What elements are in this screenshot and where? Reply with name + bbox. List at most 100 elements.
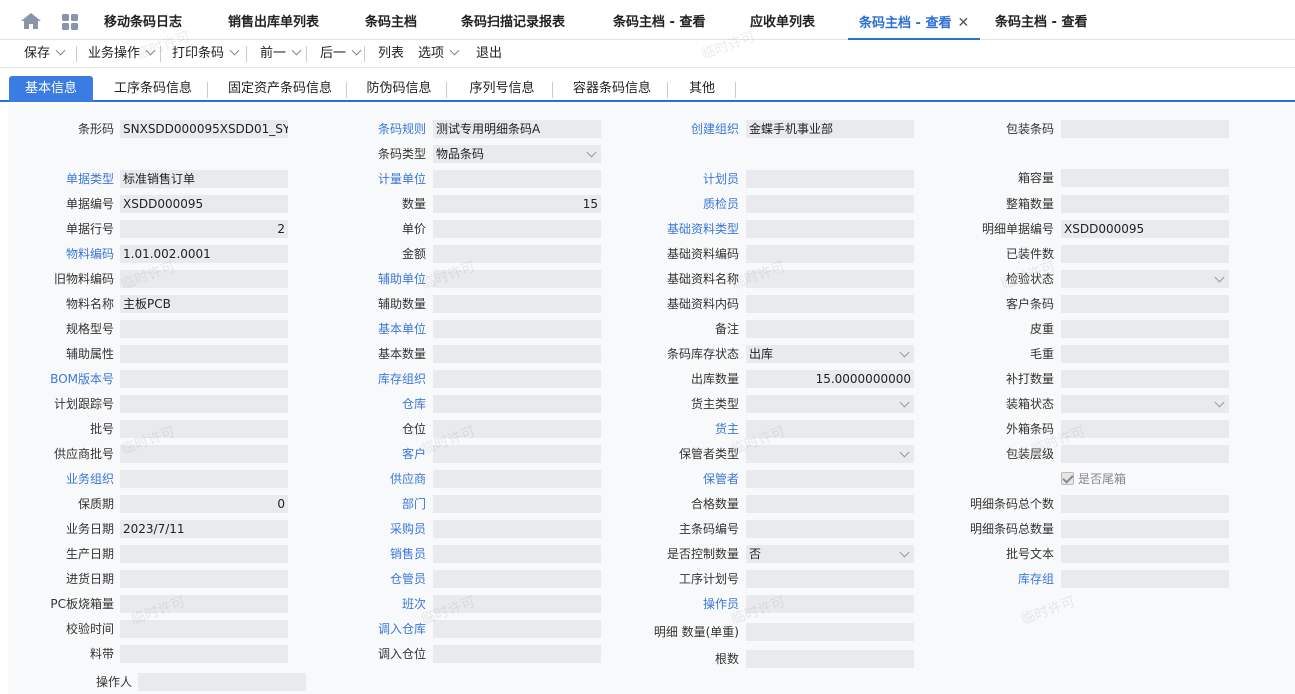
c1-18-field[interactable] (120, 595, 288, 613)
toolbar-button-6[interactable]: 选项 (418, 40, 460, 68)
c2-21-field[interactable] (433, 645, 601, 663)
c3-9-field[interactable]: 15.0000000000 (746, 370, 914, 388)
c4-15-field[interactable] (1061, 520, 1229, 538)
c3-19-field[interactable] (746, 623, 914, 641)
c3-0-field[interactable]: 金蝶手机事业部 (746, 120, 914, 138)
c3-11-label[interactable]: 货主 (715, 420, 739, 438)
c3-1-label[interactable]: 计划员 (703, 170, 739, 188)
c2-13-field[interactable] (433, 445, 601, 463)
c3-20-field[interactable] (746, 650, 914, 668)
c3-13-label[interactable]: 保管者 (703, 470, 739, 488)
top-tab-6[interactable]: 条码主档 - 查看 ✕ (848, 0, 981, 40)
c1-9-field[interactable] (120, 370, 288, 388)
c1-20-field[interactable] (120, 645, 288, 663)
c2-20-label[interactable]: 调入仓库 (378, 620, 426, 638)
c2-14-field[interactable] (433, 470, 601, 488)
c3-12-field[interactable] (746, 445, 914, 463)
c2-14-label[interactable]: 供应商 (390, 470, 426, 488)
c1-14-field[interactable]: 0 (120, 495, 288, 513)
c4-17-field[interactable] (1061, 570, 1229, 588)
c2-6-field[interactable] (433, 270, 601, 288)
c4-6-field[interactable] (1061, 295, 1229, 313)
c1-19-field[interactable] (120, 620, 288, 638)
toolbar-button-1[interactable]: 业务操作 (88, 40, 156, 68)
c2-11-label[interactable]: 仓库 (402, 395, 426, 413)
c2-2-field[interactable] (433, 170, 601, 188)
c2-13-label[interactable]: 客户 (402, 445, 426, 463)
c1-7-field[interactable] (120, 320, 288, 338)
c4-14-field[interactable] (1061, 495, 1229, 513)
top-tab-7[interactable]: 条码主档 - 查看 (995, 0, 1087, 40)
c3-2-label[interactable]: 质检员 (703, 195, 739, 213)
c2-10-field[interactable] (433, 370, 601, 388)
c4-7-field[interactable] (1061, 320, 1229, 338)
sub-tab-5[interactable]: 容器条码信息 (559, 76, 665, 102)
c2-17-label[interactable]: 销售员 (390, 545, 426, 563)
c1-13-label[interactable]: 业务组织 (66, 470, 114, 488)
sub-tab-0[interactable]: 基本信息 (9, 76, 93, 102)
sub-tab-1[interactable]: 工序条码信息 (101, 76, 205, 102)
toolbar-button-0[interactable]: 保存 (24, 40, 66, 68)
c2-4-field[interactable] (433, 220, 601, 238)
home-icon[interactable] (20, 12, 42, 30)
c3-15-field[interactable] (746, 520, 914, 538)
top-tab-2[interactable]: 条码主档 (365, 0, 417, 40)
c1-8-field[interactable] (120, 345, 288, 363)
top-tab-4[interactable]: 条码主档 - 查看 (613, 0, 705, 40)
c1-operator-field[interactable] (138, 673, 306, 691)
toolbar-button-2[interactable]: 打印条码 (172, 40, 240, 68)
c2-7-field[interactable] (433, 295, 601, 313)
sub-tab-6[interactable]: 其他 (671, 76, 733, 102)
c1-17-field[interactable] (120, 570, 288, 588)
c2-0-label[interactable]: 条码规则 (378, 120, 426, 138)
c2-12-field[interactable] (433, 420, 601, 438)
c2-16-label[interactable]: 采购员 (390, 520, 426, 538)
sub-tab-3[interactable]: 防伪码信息 (354, 76, 444, 102)
c2-19-label[interactable]: 班次 (402, 595, 426, 613)
c2-5-field[interactable] (433, 245, 601, 263)
c1-16-field[interactable] (120, 545, 288, 563)
c4-13-checkbox[interactable] (1061, 472, 1074, 485)
c1-1-field[interactable]: 标准销售订单 (120, 170, 288, 188)
c3-0-label[interactable]: 创建组织 (691, 120, 739, 138)
c1-1-label[interactable]: 单据类型 (66, 170, 114, 188)
c1-15-field[interactable]: 2023/7/11 (120, 520, 288, 538)
c4-8-field[interactable] (1061, 345, 1229, 363)
c4-1-field[interactable] (1061, 169, 1229, 187)
top-tab-0[interactable]: 移动条码日志 (104, 0, 182, 40)
c2-16-field[interactable] (433, 520, 601, 538)
c2-1-field[interactable]: 物品条码 (433, 145, 601, 163)
c2-3-field[interactable]: 15 (433, 195, 601, 213)
toolbar-button-5[interactable]: 列表 (378, 40, 404, 68)
c3-5-field[interactable] (746, 270, 914, 288)
top-tab-3[interactable]: 条码扫描记录报表 (461, 0, 565, 40)
c3-11-field[interactable] (746, 420, 914, 438)
c1-0-field[interactable]: SNXSDD000095XSDD01_SYS (120, 120, 288, 138)
c3-13-field[interactable] (746, 470, 914, 488)
c1-10-field[interactable] (120, 395, 288, 413)
c4-0-field[interactable] (1061, 120, 1229, 138)
c2-18-field[interactable] (433, 570, 601, 588)
c2-0-field[interactable]: 测试专用明细条码A (433, 120, 601, 138)
toolbar-button-3[interactable]: 前一 (260, 40, 302, 68)
c1-3-field[interactable]: 2 (120, 220, 288, 238)
c3-3-label[interactable]: 基础资料类型 (667, 220, 739, 238)
c2-20-field[interactable] (433, 620, 601, 638)
c3-10-field[interactable] (746, 395, 914, 413)
c1-5-field[interactable] (120, 270, 288, 288)
sub-tab-4[interactable]: 序列号信息 (454, 76, 550, 102)
c3-16-field[interactable]: 否 (746, 545, 914, 563)
c1-6-field[interactable]: 主板PCB (120, 295, 288, 313)
c2-15-label[interactable]: 部门 (402, 495, 426, 513)
c1-4-field[interactable]: 1.01.002.0001 (120, 245, 288, 263)
c1-4-label[interactable]: 物料编码 (66, 245, 114, 263)
c4-16-field[interactable] (1061, 545, 1229, 563)
c1-11-field[interactable] (120, 420, 288, 438)
c4-3-field[interactable]: XSDD000095 (1061, 220, 1229, 238)
toolbar-button-7[interactable]: 退出 (476, 40, 502, 68)
c1-13-field[interactable] (120, 470, 288, 488)
c2-11-field[interactable] (433, 395, 601, 413)
c4-9-field[interactable] (1061, 370, 1229, 388)
c4-17-label[interactable]: 库存组 (1018, 570, 1054, 588)
c4-5-field[interactable] (1061, 270, 1229, 288)
